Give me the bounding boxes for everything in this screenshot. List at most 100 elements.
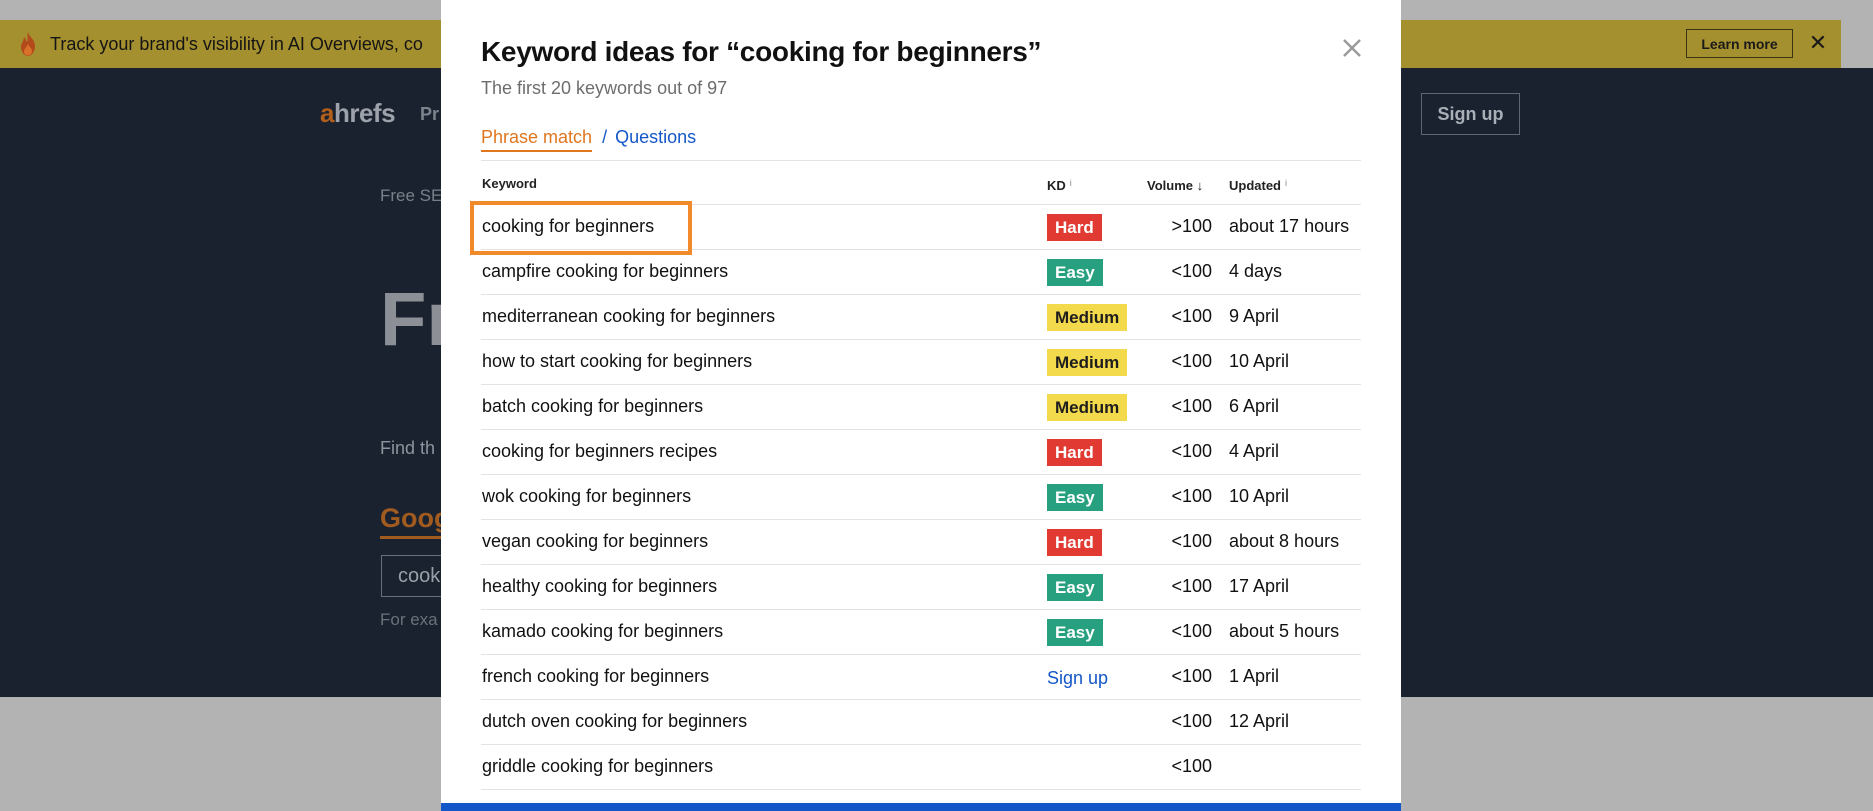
table-row: cooking for beginners Hard >100 about 17 ho… [481,205,1361,250]
table-row: wok cooking for beginners Easy <100 10 Apri… [481,475,1361,520]
volume-cell: <100 [1171,531,1212,551]
column-header-kd[interactable]: KD i [1047,178,1072,193]
keyword-cell[interactable]: campfire cooking for beginners [482,261,728,282]
keyword-tabs: Phrase match / Questions [481,127,696,152]
updated-cell: 10 April [1229,486,1290,506]
updated-cell: 1 April [1229,666,1280,686]
kd-badge: Easy [1047,259,1103,286]
keyword-table: Keyword KD i Volume ↓ Updated i cooking fo… [481,160,1361,790]
kd-cell: Medium [1047,349,1128,376]
kd-signup-link[interactable]: Sign up [1047,668,1108,689]
keyword-cell[interactable]: griddle cooking for beginners [482,756,713,777]
table-row: french cooking for beginners Sign up <100 1… [481,655,1361,700]
volume-cell: <100 [1171,261,1212,281]
ahrefs-logo[interactable]: ahrefs [320,98,396,129]
modal-title: Keyword ideas for “cooking for beginners… [481,36,1042,67]
table-row: dutch oven cooking for beginners <100 12 A… [481,700,1361,745]
kd-cell: Easy [1047,484,1103,511]
nav-products[interactable]: Pr [420,104,439,125]
keyword-cell[interactable]: dutch oven cooking for beginners [482,711,747,732]
keyword-cell[interactable]: healthy cooking for beginners [482,576,717,597]
bottom-bar [441,803,1401,811]
kd-cell: Sign up [1047,664,1108,689]
kd-cell: Hard [1047,529,1102,556]
kd-cell: Medium [1047,304,1128,331]
banner-text: Track your brand's visibility in AI Over… [50,33,423,54]
updated-cell: 4 days [1229,261,1283,281]
keyword-cell[interactable]: wok cooking for beginners [482,486,691,507]
table-row: kamado cooking for beginners Easy <100 abou… [481,610,1361,655]
keyword-cell[interactable]: batch cooking for beginners [482,396,703,417]
column-header-volume[interactable]: Volume ↓ [1147,178,1203,193]
volume-cell: <100 [1171,756,1212,776]
updated-cell: 17 April [1229,576,1290,596]
table-row: vegan cooking for beginners Hard <100 about… [481,520,1361,565]
keyword-cell[interactable]: kamado cooking for beginners [482,621,723,642]
kd-badge: Hard [1047,214,1102,241]
header-signup-button[interactable]: Sign up [1421,93,1520,135]
kd-cell: Hard [1047,439,1102,466]
kd-badge: Medium [1047,304,1128,331]
keyword-cell[interactable]: how to start cooking for beginners [482,351,752,372]
close-icon[interactable] [1336,32,1368,64]
kd-badge: Medium [1047,394,1128,421]
table-body: cooking for beginners Hard >100 about 17 ho… [481,205,1361,790]
volume-cell: <100 [1171,621,1212,641]
updated-cell: about 5 hours [1229,621,1340,641]
volume-cell: <100 [1171,396,1212,416]
updated-cell: 10 April [1229,351,1290,371]
table-row: griddle cooking for beginners <100 [481,745,1361,790]
keyword-cell[interactable]: mediterranean cooking for beginners [482,306,775,327]
kd-cell: Easy [1047,259,1103,286]
kd-badge: Medium [1047,349,1128,376]
column-header-updated[interactable]: Updated i [1229,178,1287,193]
table-row: cooking for beginners recipes Hard <100 4 A… [481,430,1361,475]
tab-questions[interactable]: Questions [615,127,696,148]
table-row: how to start cooking for beginners Medium… [481,340,1361,385]
volume-cell: <100 [1171,306,1212,326]
table-row: campfire cooking for beginners Easy <100 4 … [481,250,1361,295]
learn-more-button[interactable]: Learn more [1686,29,1793,58]
updated-cell: 6 April [1229,396,1280,416]
volume-cell: <100 [1171,666,1212,686]
table-row: healthy cooking for beginners Easy <100 17 … [481,565,1361,610]
example-hint: For exa [380,610,438,629]
tab-google[interactable]: Goog [380,503,451,539]
info-icon[interactable]: i [1070,178,1072,188]
kd-cell: Hard [1047,214,1102,241]
breadcrumb: Free SE [380,186,443,205]
volume-cell: <100 [1171,486,1212,506]
updated-cell: about 8 hours [1229,531,1340,551]
modal-subtitle: The first 20 keywords out of 97 [481,78,728,98]
volume-cell: <100 [1171,441,1212,461]
banner-close-icon[interactable]: ✕ [1806,31,1830,55]
keyword-cell[interactable]: cooking for beginners recipes [482,441,717,462]
volume-cell: >100 [1171,216,1212,236]
hero-description: Find th [380,438,436,458]
kd-cell: Easy [1047,574,1103,601]
keyword-cell[interactable]: cooking for beginners [482,216,654,237]
updated-cell: 9 April [1229,306,1280,326]
tab-phrase-match[interactable]: Phrase match [481,127,593,152]
volume-cell: <100 [1171,711,1212,731]
keyword-cell[interactable]: french cooking for beginners [482,666,709,687]
kd-cell: Medium [1047,394,1128,421]
info-icon[interactable]: i [1285,178,1287,188]
updated-cell: 12 April [1229,711,1290,731]
kd-badge: Easy [1047,484,1103,511]
updated-cell: about 17 hours [1229,216,1350,236]
column-header-keyword: Keyword [482,176,537,191]
kd-badge: Easy [1047,574,1103,601]
tab-separator: / [602,127,608,147]
table-row: mediterranean cooking for beginners Mediu… [481,295,1361,340]
keyword-cell[interactable]: vegan cooking for beginners [482,531,708,552]
keyword-ideas-modal: Keyword ideas for “cooking for beginners… [441,0,1401,811]
kd-badge: Hard [1047,529,1102,556]
volume-cell: <100 [1171,351,1212,371]
fire-icon [14,30,42,58]
volume-cell: <100 [1171,576,1212,596]
sort-down-icon: ↓ [1196,178,1204,193]
kd-badge: Easy [1047,619,1103,646]
kd-cell: Easy [1047,619,1103,646]
kd-badge: Hard [1047,439,1102,466]
